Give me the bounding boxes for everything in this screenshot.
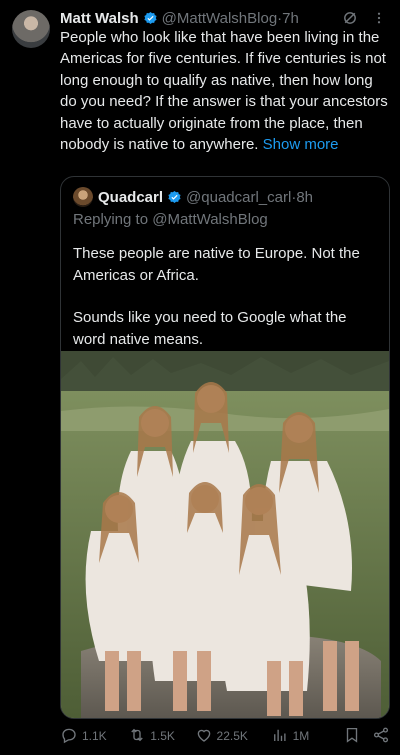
replying-to-mention[interactable]: @MattWalshBlog xyxy=(152,211,268,228)
views-count: 1M xyxy=(292,729,310,743)
author-handle[interactable]: @MattWalshBlog xyxy=(162,10,278,27)
quote-paragraph: Sounds like you need to Google what the … xyxy=(73,309,347,348)
tweet: Matt Walsh @MattWalshBlog · 7h People wh… xyxy=(0,0,400,755)
reply-button[interactable]: 1.1K xyxy=(60,726,128,747)
bookmark-button[interactable] xyxy=(343,726,372,747)
like-button[interactable]: 22.5K xyxy=(195,726,271,747)
tweet-header: Matt Walsh @MattWalshBlog · 7h xyxy=(60,7,386,29)
replying-to: Replying to @MattWalshBlog xyxy=(73,211,268,228)
bookmark-icon xyxy=(343,726,361,747)
quote-text: These people are native to Europe. Not t… xyxy=(73,243,378,350)
quote-paragraph: These people are native to Europe. Not t… xyxy=(73,245,360,284)
tweet-text: People who look like that have been livi… xyxy=(60,27,390,155)
tweet-body: People who look like that have been livi… xyxy=(60,29,388,154)
quoted-tweet[interactable]: Quadcarl @quadcarl_carl · 8h Replying to… xyxy=(60,176,390,719)
repost-icon xyxy=(128,726,146,747)
action-bar: 1.1K 1.5K 22.5K 1M xyxy=(60,724,390,748)
quote-photo[interactable] xyxy=(61,351,389,718)
quote-timestamp[interactable]: 8h xyxy=(296,189,313,206)
quote-avatar[interactable] xyxy=(73,187,93,207)
quote-author-name[interactable]: Quadcarl xyxy=(98,189,163,206)
quote-photo-illustration xyxy=(61,351,389,718)
quote-header: Quadcarl @quadcarl_carl · 8h xyxy=(73,187,379,207)
views-button[interactable]: 1M xyxy=(271,726,343,747)
grok-icon[interactable] xyxy=(342,10,358,26)
author-name[interactable]: Matt Walsh xyxy=(60,10,139,27)
show-more-link[interactable]: Show more xyxy=(263,136,339,153)
replying-prefix: Replying to xyxy=(73,211,153,228)
views-icon xyxy=(271,726,289,747)
like-count: 22.5K xyxy=(216,729,248,743)
share-button[interactable] xyxy=(372,726,390,747)
verified-badge-icon xyxy=(167,190,182,205)
quote-author-handle[interactable]: @quadcarl_carl xyxy=(186,189,291,206)
reply-count: 1.1K xyxy=(82,729,107,743)
repost-button[interactable]: 1.5K xyxy=(128,726,194,747)
share-icon xyxy=(372,726,390,747)
like-icon xyxy=(195,726,213,747)
reply-icon xyxy=(60,726,78,747)
timestamp[interactable]: 7h xyxy=(282,10,299,27)
author-avatar[interactable] xyxy=(12,10,50,48)
verified-badge-icon xyxy=(143,11,158,26)
more-icon[interactable] xyxy=(372,11,386,26)
repost-count: 1.5K xyxy=(150,729,175,743)
